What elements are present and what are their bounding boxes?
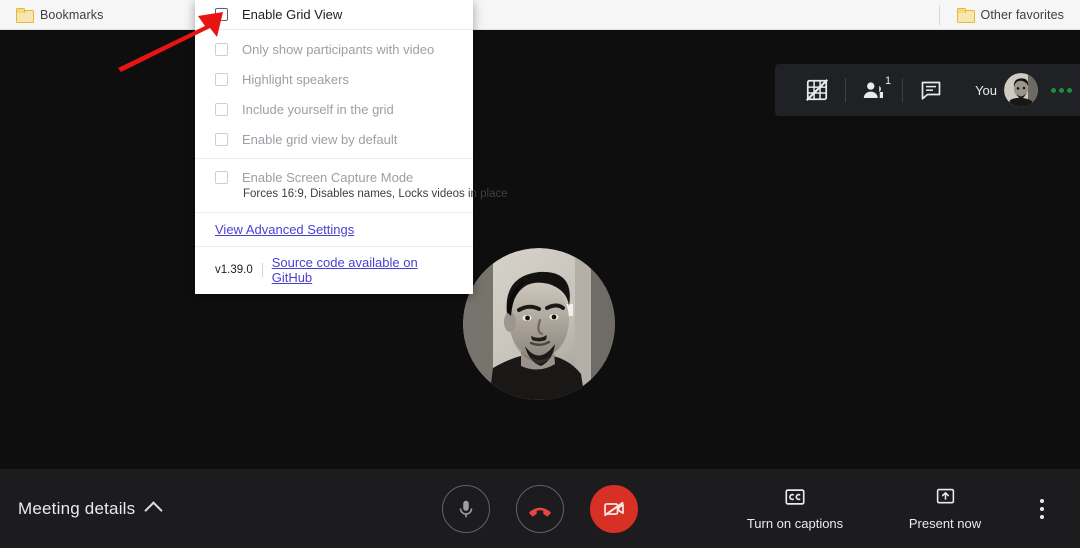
bookmarks-label: Bookmarks (40, 7, 104, 22)
version-row: v1.39.0 Source code available on GitHub (195, 247, 473, 294)
captions-label: Turn on captions (746, 515, 844, 531)
option-only-video[interactable]: Only show participants with video (195, 34, 473, 64)
present-screen-icon (936, 488, 954, 503)
option-highlight-speakers[interactable]: Highlight speakers (195, 64, 473, 94)
meeting-details-label: Meeting details (18, 498, 136, 518)
checkbox-include-yourself[interactable] (215, 102, 228, 116)
call-controls (442, 484, 638, 533)
avatar-svg (1004, 73, 1038, 107)
end-call-icon-svg (529, 507, 551, 516)
browser-bookmarks-bar: Bookmarks Other favorites (0, 0, 1080, 30)
participants-count-badge: 1 (885, 75, 892, 87)
chevron-up-icon (144, 501, 164, 520)
other-favorites-button[interactable]: Other favorites (938, 0, 1074, 30)
meet-video-stage: 1 You (0, 30, 1080, 469)
folder-icon (956, 8, 975, 23)
presence-dot (1067, 87, 1072, 93)
grid-off-icon[interactable] (789, 64, 845, 116)
option-screen-capture-mode[interactable]: Enable Screen Capture Mode (195, 163, 473, 191)
meeting-details-button[interactable]: Meeting details (18, 498, 164, 520)
participant-photo-svg (463, 248, 615, 400)
option-label: Highlight speakers (242, 71, 349, 87)
participant-tile[interactable] (463, 248, 615, 400)
turn-on-captions-button[interactable]: Turn on captions (720, 487, 870, 531)
option-group-main: Only show participants with video Highli… (195, 30, 473, 158)
checkbox-grid-by-default[interactable] (215, 132, 228, 146)
chat-bubble-icon-svg (921, 81, 941, 100)
option-enable-grid-view[interactable]: Enable Grid View (195, 0, 473, 30)
chat-bubble-icon[interactable] (903, 64, 959, 116)
checkbox-enable-grid-view[interactable] (215, 8, 228, 21)
microphone-icon-svg (459, 500, 473, 517)
option-label: Only show participants with video (242, 41, 435, 57)
you-block[interactable]: You (959, 73, 1076, 107)
participant-photo (463, 248, 615, 400)
more-vertical-icon[interactable] (1020, 498, 1064, 519)
more-dot (1040, 506, 1044, 511)
option-label: Enable Grid View (242, 7, 343, 22)
present-now-button[interactable]: Present now (870, 487, 1020, 531)
option-include-yourself[interactable]: Include yourself in the grid (195, 94, 473, 124)
presence-dots (1045, 87, 1072, 93)
github-source-link[interactable]: Source code available on GitHub (272, 255, 457, 285)
option-label: Enable grid view by default (242, 131, 398, 147)
divider (261, 263, 263, 277)
option-label: Enable Screen Capture Mode (242, 169, 414, 185)
checkbox-screen-capture-mode[interactable] (215, 170, 228, 184)
you-label: You (975, 82, 997, 98)
camera-off-icon[interactable] (590, 484, 638, 533)
option-grid-by-default[interactable]: Enable grid view by default (195, 124, 473, 154)
more-dot (1040, 498, 1044, 503)
end-call-icon[interactable] (516, 484, 564, 533)
avatar[interactable] (1004, 73, 1038, 107)
folder-icon (16, 8, 34, 23)
more-dot (1040, 514, 1044, 519)
closed-captions-icon (785, 488, 805, 505)
microphone-icon[interactable] (442, 484, 490, 533)
grid-view-extension-popup: Enable Grid View Only show participants … (195, 0, 508, 294)
view-advanced-settings-link[interactable]: View Advanced Settings (215, 222, 354, 237)
meeting-top-controls: 1 You (775, 64, 1080, 116)
advanced-settings-row: View Advanced Settings (195, 213, 473, 246)
people-icon-svg (863, 82, 884, 99)
other-favorites-label: Other favorites (980, 7, 1064, 22)
grid-off-icon-svg (806, 78, 829, 102)
checkbox-only-video[interactable] (215, 42, 228, 56)
presence-dot (1059, 87, 1064, 93)
option-group-capture: Enable Screen Capture Mode Forces 16:9, … (195, 159, 508, 212)
camera-off-icon-svg (603, 501, 624, 516)
option-label: Include yourself in the grid (242, 101, 394, 117)
bookmarks-folder-button[interactable]: Bookmarks (6, 0, 113, 30)
checkbox-highlight-speakers[interactable] (215, 72, 228, 86)
right-controls: Turn on captions Present now (720, 487, 1064, 531)
present-label: Present now (908, 515, 982, 531)
screen-capture-description: Forces 16:9, Disables names, Locks video… (243, 188, 508, 200)
version-label: v1.39.0 (215, 264, 253, 276)
people-icon[interactable]: 1 (846, 64, 902, 116)
presence-dot (1051, 87, 1056, 93)
meeting-bottom-bar: Meeting details Turn on captions Present… (0, 469, 1080, 548)
